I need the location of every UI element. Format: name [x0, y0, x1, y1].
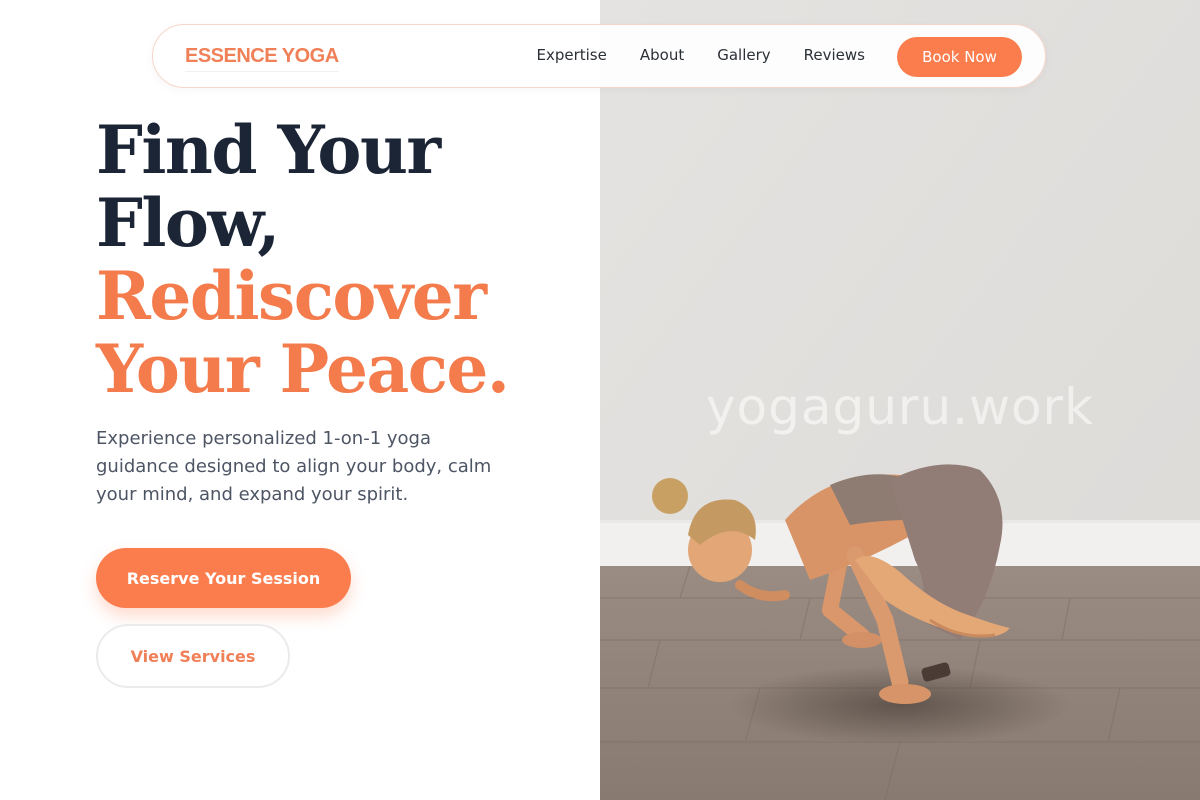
top-navigation: ESSENCE YOGA Expertise About Gallery Rev… — [152, 24, 1046, 88]
hero-photo: yogaguru.work — [600, 0, 1200, 800]
nav-item-expertise[interactable]: Expertise — [536, 46, 606, 64]
brand-logo[interactable]: ESSENCE YOGA — [185, 45, 339, 72]
hero-headline: Find Your Flow, Rediscover Your Peace. — [96, 111, 510, 408]
headline-line-1: Find Your — [96, 111, 441, 189]
nav-item-gallery[interactable]: Gallery — [717, 46, 770, 64]
nav-item-reviews[interactable]: Reviews — [804, 46, 865, 64]
headline-accent-line-2: Your Peace. — [96, 330, 510, 408]
book-now-button[interactable]: Book Now — [897, 37, 1022, 77]
nav-links: Expertise About Gallery Reviews — [536, 46, 865, 64]
headline-accent-line-1: Rediscover — [96, 257, 487, 335]
nav-item-about[interactable]: About — [640, 46, 684, 64]
reserve-session-button[interactable]: Reserve Your Session — [96, 548, 351, 608]
hero-description: Experience personalized 1-on-1 yoga guid… — [96, 428, 492, 505]
watermark-text: yogaguru.work — [705, 378, 1095, 436]
view-services-button[interactable]: View Services — [96, 624, 290, 688]
page: yogaguru.work ESSENCE YOGA Expertise Abo… — [0, 0, 1200, 800]
headline-line-2: Flow, — [96, 184, 280, 262]
